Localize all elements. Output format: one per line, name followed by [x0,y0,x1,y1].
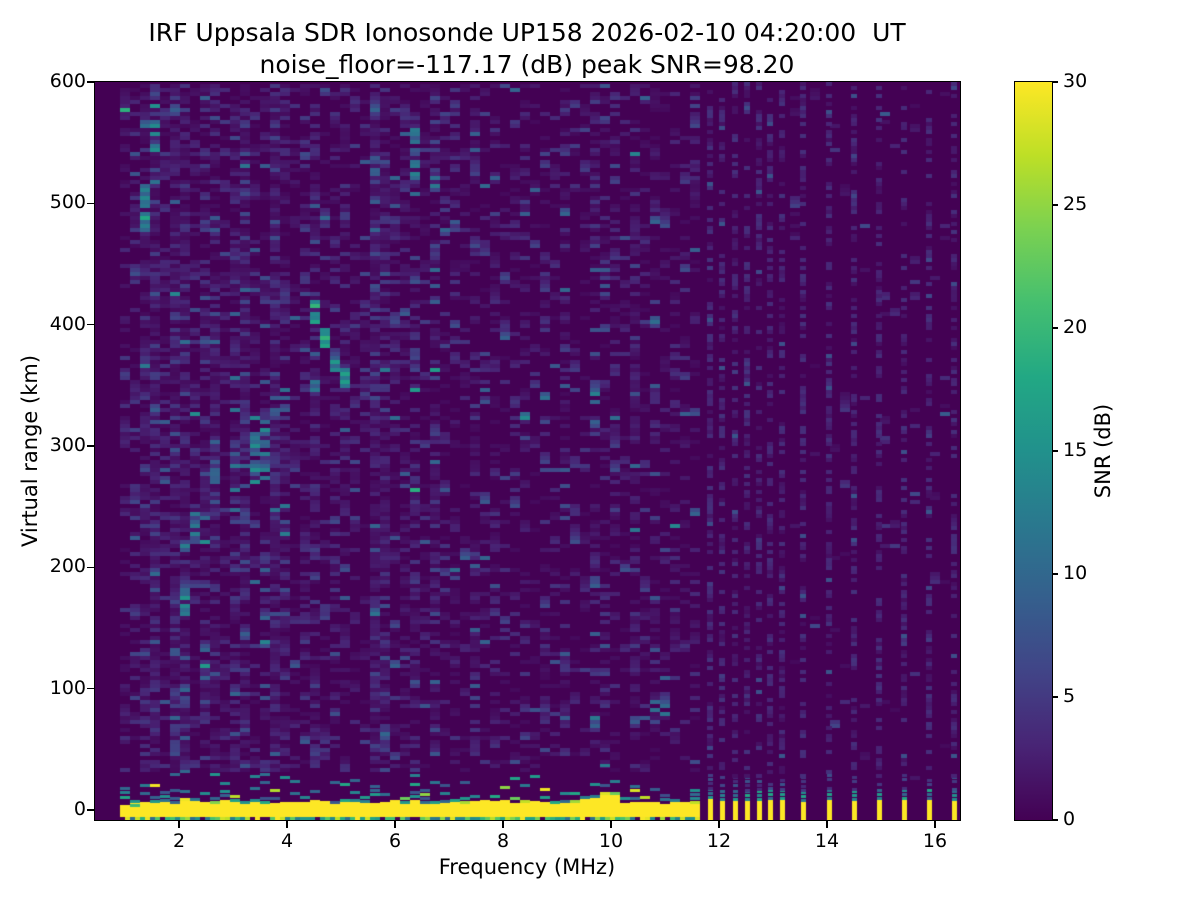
colorbar-label: SNR (dB) [1091,403,1115,499]
y-tick-mark [87,202,94,205]
colorbar-tick-label: 10 [1063,562,1088,584]
x-tick-mark [502,821,504,828]
x-tick-mark [718,821,720,828]
x-tick-mark [286,821,288,828]
y-tick-mark [87,81,94,83]
colorbar-tick-label: 20 [1063,316,1088,338]
ionogram-heatmap [94,81,960,820]
y-tick-mark [87,687,94,690]
chart-title: IRF Uppsala SDR Ionosonde UP158 2026-02-… [148,18,906,47]
x-tick-label: 8 [496,830,510,852]
colorbar-tick-label: 5 [1063,685,1076,707]
x-tick-mark [934,821,936,828]
colorbar-tick-mark [1052,450,1058,452]
colorbar-tick-label: 0 [1063,808,1076,830]
y-tick-label: 300 [49,434,86,456]
y-tick-mark [87,323,94,326]
ionogram-figure: IRF Uppsala SDR Ionosonde UP158 2026-02-… [0,0,1200,900]
x-tick-mark [826,821,828,828]
x-tick-label: 12 [706,830,732,852]
colorbar [1013,80,1053,821]
plot-area [93,80,961,821]
x-tick-mark [178,821,180,828]
y-tick-label: 600 [49,70,86,92]
x-tick-label: 6 [388,830,402,852]
colorbar-tick-label: 15 [1063,439,1088,461]
y-tick-label: 500 [49,191,86,214]
colorbar-tick-mark [1052,204,1058,206]
x-axis-label: Frequency (MHz) [438,855,616,879]
x-tick-mark [610,821,612,828]
colorbar-tick-mark [1052,819,1058,821]
chart-subtitle: noise_floor=-117.17 (dB) peak SNR=98.20 [259,50,795,79]
y-tick-label: 100 [49,676,86,699]
x-tick-label: 16 [922,830,948,852]
y-tick-label: 0 [73,798,86,820]
y-tick-mark [87,445,94,447]
colorbar-tick-label: 30 [1063,70,1088,92]
x-tick-label: 4 [280,830,294,852]
y-tick-mark [87,809,94,811]
y-tick-label: 200 [49,555,86,578]
x-tick-mark [394,821,396,828]
colorbar-tick-mark [1052,327,1058,329]
colorbar-tick-label: 25 [1063,193,1088,215]
y-tick-mark [87,566,94,569]
colorbar-tick-mark [1052,81,1058,83]
y-tick-label: 400 [49,312,86,335]
colorbar-tick-mark [1052,696,1058,698]
x-tick-label: 14 [814,830,840,852]
colorbar-tick-mark [1052,573,1058,575]
x-tick-label: 2 [172,830,186,852]
x-tick-label: 10 [598,830,624,852]
